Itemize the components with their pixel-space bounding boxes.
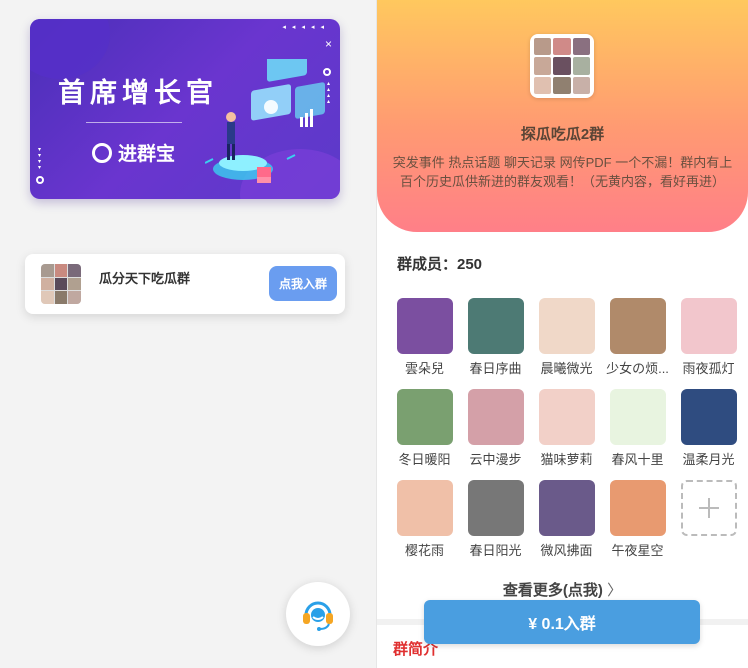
member-avatar	[467, 480, 524, 536]
member-item[interactable]: 温柔月光	[673, 389, 744, 468]
member-avatar	[538, 298, 595, 354]
member-item[interactable]: 春日序曲	[460, 298, 531, 377]
banner-decoration	[30, 19, 110, 79]
member-item[interactable]: 春风十里	[602, 389, 673, 468]
member-item[interactable]: 雨夜孤灯	[673, 298, 744, 377]
member-item[interactable]: 少女の烦...	[602, 298, 673, 377]
group-title: 探瓜吃瓜2群	[520, 126, 605, 143]
member-item[interactable]: 午夜星空	[602, 480, 673, 559]
member-name: 晨曦微光	[540, 361, 593, 376]
member-item[interactable]: 猫味萝莉	[531, 389, 602, 468]
member-avatar	[609, 389, 666, 445]
member-name: 微风拂面	[540, 543, 593, 558]
member-avatar	[609, 298, 666, 354]
customer-service-button[interactable]	[286, 582, 350, 646]
group-description: 突发事件 热点话题 聊天记录 网传PDF 一个不漏！群内有上百个历史瓜供新进的群…	[392, 155, 733, 189]
triangle-dots-icon: ▾ ▾ ▾ ▾	[38, 147, 42, 171]
member-name: 雲朵兒	[404, 361, 444, 376]
group-header: 探瓜吃瓜2群 突发事件 热点话题 聊天记录 网传PDF 一个不漏！群内有上百个历…	[377, 0, 748, 232]
member-name: 冬日暖阳	[398, 452, 451, 467]
brand-logo-icon	[92, 142, 112, 163]
headset-icon	[303, 601, 333, 631]
member-avatar	[538, 480, 595, 536]
banner-divider	[86, 122, 182, 123]
group-card[interactable]: 瓜分天下吃瓜群 点我入群	[25, 254, 345, 314]
view-more-link[interactable]: 查看更多(点我) 〉	[377, 579, 748, 600]
group-avatar	[41, 264, 81, 304]
member-name: 温柔月光	[682, 452, 735, 467]
plus-icon	[680, 480, 737, 536]
triangle-dots-icon: ◂◂◂◂◂	[282, 24, 330, 31]
member-item[interactable]: 云中漫步	[460, 389, 531, 468]
member-name: 云中漫步	[469, 452, 522, 467]
member-name: 春日序曲	[469, 361, 522, 376]
member-count: 群成员：250	[397, 256, 483, 273]
member-avatar	[467, 389, 524, 445]
member-avatar	[680, 298, 737, 354]
banner-brand: 进群宝	[92, 139, 175, 166]
member-name: 猫味萝莉	[540, 452, 593, 467]
brand-name: 进群宝	[118, 144, 176, 165]
close-icon[interactable]: ×	[325, 37, 332, 51]
pay-join-button[interactable]: ¥ 0.1入群	[424, 600, 700, 644]
member-item[interactable]: 雲朵兒	[389, 298, 460, 377]
member-name: 少女の烦...	[606, 361, 669, 376]
group-name: 瓜分天下吃瓜群	[99, 271, 191, 286]
view-more-label: 查看更多(点我)	[502, 582, 603, 599]
promo-banner[interactable]: ◂◂◂◂◂ × ▴ ▴ ▴ ▴ ▾ ▾ ▾ ▾ 首席增长官 进群宝	[30, 19, 340, 199]
member-grid: 雲朵兒 春日序曲 晨曦微光 少女の烦... 雨夜孤灯冬日暖阳 云中漫步 猫味萝莉 春风十里 温柔…	[389, 298, 748, 559]
join-group-button[interactable]: 点我入群	[269, 266, 337, 301]
add-member-button[interactable]	[673, 480, 744, 559]
member-avatar	[467, 298, 524, 354]
member-item[interactable]: 春日阳光	[460, 480, 531, 559]
member-item[interactable]: 冬日暖阳	[389, 389, 460, 468]
left-panel: ◂◂◂◂◂ × ▴ ▴ ▴ ▴ ▾ ▾ ▾ ▾ 首席增长官 进群宝 瓜分天下吃瓜…	[0, 0, 372, 668]
member-name: 春日阳光	[469, 543, 522, 558]
member-avatar	[680, 389, 737, 445]
member-item[interactable]: 微风拂面	[531, 480, 602, 559]
member-avatar	[396, 298, 453, 354]
member-avatar	[396, 480, 453, 536]
member-item[interactable]: 晨曦微光	[531, 298, 602, 377]
group-detail-panel: 探瓜吃瓜2群 突发事件 热点话题 聊天记录 网传PDF 一个不漏！群内有上百个历…	[376, 0, 748, 668]
growth-chart-illustration-icon	[205, 59, 325, 183]
group-avatar	[530, 34, 594, 98]
ring-icon	[36, 176, 44, 184]
member-item[interactable]: 樱花雨	[389, 480, 460, 559]
member-name: 樱花雨	[404, 543, 444, 558]
member-name: 雨夜孤灯	[682, 361, 735, 376]
member-avatar	[609, 480, 666, 536]
member-name: 春风十里	[611, 452, 664, 467]
member-avatar	[396, 389, 453, 445]
member-avatar	[538, 389, 595, 445]
banner-title: 首席增长官	[58, 78, 218, 108]
chevron-right-icon: 〉	[607, 582, 623, 599]
member-name: 午夜星空	[611, 543, 664, 558]
